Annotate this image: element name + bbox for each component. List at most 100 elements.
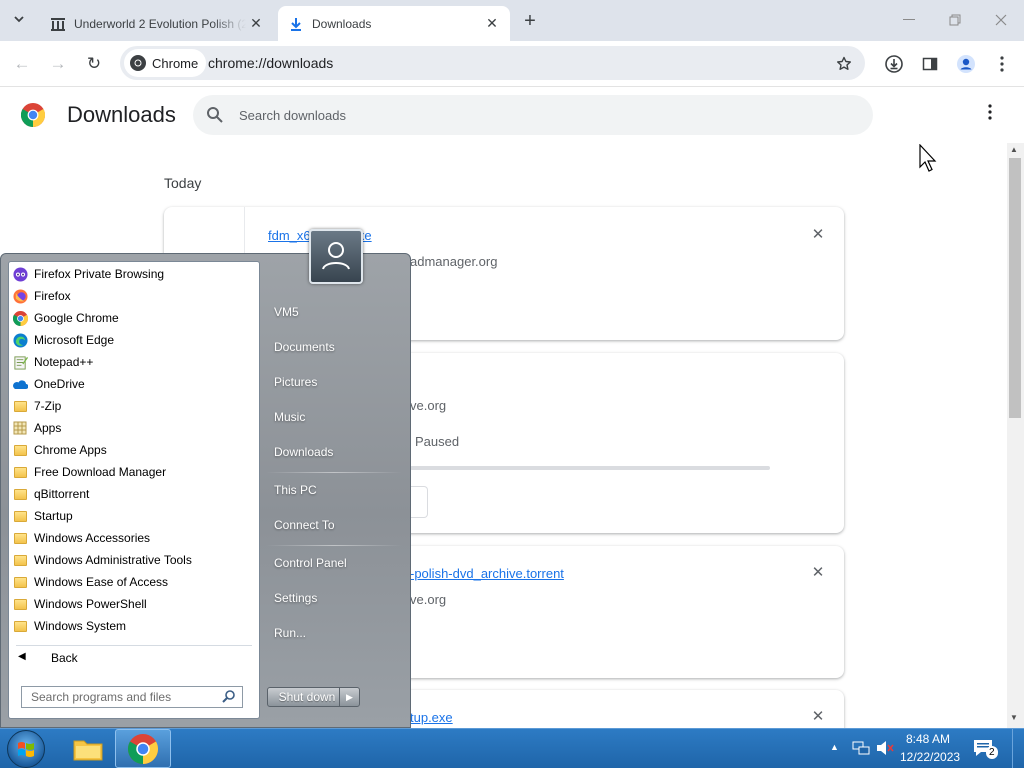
start-menu-program-item[interactable]: Chrome Apps: [10, 439, 258, 461]
program-label: qBittorrent: [34, 487, 90, 501]
start-menu-program-item[interactable]: Windows Accessories: [10, 527, 258, 549]
page-title: Downloads: [67, 102, 176, 127]
start-menu-program-item[interactable]: Windows System: [10, 615, 258, 637]
start-link-music[interactable]: Music: [274, 410, 305, 424]
start-button[interactable]: [7, 730, 45, 768]
downloads-toolbar-button[interactable]: [880, 50, 908, 78]
start-menu-program-item[interactable]: Free Download Manager: [10, 461, 258, 483]
start-menu-program-item[interactable]: Windows Administrative Tools: [10, 549, 258, 571]
download-source[interactable]: ve.org: [410, 398, 446, 413]
program-label: Windows Administrative Tools: [34, 553, 192, 567]
chrome-icon: [12, 310, 28, 326]
start-link-documents[interactable]: Documents: [274, 340, 335, 354]
close-tab-icon[interactable]: ✕: [482, 14, 502, 34]
start-menu-program-item[interactable]: Firefox: [10, 285, 258, 307]
tab-title: Downloads: [312, 16, 372, 31]
download-status: Paused: [415, 434, 460, 449]
action-center-button[interactable]: 2: [972, 738, 998, 763]
volume-muted-icon[interactable]: [876, 740, 894, 756]
show-desktop-button[interactable]: [1012, 729, 1024, 768]
remove-download-button[interactable]: ✕: [808, 224, 828, 244]
download-source[interactable]: ve.org: [410, 592, 446, 607]
remove-download-button[interactable]: ✕: [808, 706, 828, 726]
start-link-control-panel[interactable]: Control Panel: [274, 556, 347, 570]
tab-title: Underworld 2 Evolution Polish (2006) : F…: [74, 16, 246, 31]
bookmark-star-button[interactable]: [830, 50, 858, 78]
search-icon[interactable]: [222, 689, 236, 703]
scroll-up-icon[interactable]: ▲: [1010, 145, 1018, 154]
divider: [266, 472, 402, 473]
minimize-button[interactable]: [896, 8, 922, 32]
start-menu-program-item[interactable]: Firefox Private Browsing: [10, 263, 258, 285]
start-menu-program-item[interactable]: 7-Zip: [10, 395, 258, 417]
folder-icon: [12, 464, 28, 480]
program-label: Apps: [34, 421, 62, 435]
start-menu-program-item[interactable]: Notepad++: [10, 351, 258, 373]
user-picture[interactable]: [309, 229, 363, 284]
new-tab-button[interactable]: +: [518, 9, 542, 33]
show-hidden-icons-button[interactable]: ▲: [830, 742, 839, 752]
close-icon: [995, 14, 1007, 26]
tab-search-button[interactable]: [8, 8, 30, 30]
apps-icon: [12, 420, 28, 436]
clock-date[interactable]: 12/22/2023: [900, 750, 960, 764]
taskbar-file-explorer[interactable]: [60, 729, 116, 768]
program-label: OneDrive: [34, 377, 85, 391]
tab-underworld[interactable]: Underworld 2 Evolution Polish (2006) : F…: [40, 6, 274, 41]
start-link-pictures[interactable]: Pictures: [274, 375, 317, 389]
folder-icon: [12, 552, 28, 568]
program-label: Free Download Manager: [34, 465, 167, 479]
scroll-down-icon[interactable]: ▼: [1010, 713, 1018, 722]
start-menu-program-item[interactable]: Microsoft Edge: [10, 329, 258, 351]
downloads-menu-button[interactable]: [980, 104, 1000, 128]
close-window-button[interactable]: [988, 8, 1014, 32]
folder-icon: [12, 398, 28, 414]
start-menu-program-item[interactable]: Startup: [10, 505, 258, 527]
chrome-icon: [128, 733, 158, 764]
download-file-name[interactable]: tup.exe: [410, 710, 453, 725]
url-text[interactable]: chrome://downloads: [208, 55, 333, 71]
site-info-chip[interactable]: Chrome: [124, 49, 207, 77]
close-tab-icon[interactable]: ✕: [246, 14, 266, 34]
clock-time[interactable]: 8:48 AM: [906, 732, 950, 746]
shutdown-button[interactable]: Shut down: [267, 687, 347, 707]
start-link-user[interactable]: VM5: [274, 305, 299, 319]
remove-download-button[interactable]: ✕: [808, 562, 828, 582]
reload-button[interactable]: ↻: [80, 50, 108, 78]
minimize-icon: [903, 19, 915, 20]
download-source[interactable]: admanager.org: [410, 254, 497, 269]
start-menu-program-item[interactable]: Google Chrome: [10, 307, 258, 329]
start-link-this-pc[interactable]: This PC: [274, 483, 317, 497]
user-icon: [322, 242, 350, 270]
start-menu-program-item[interactable]: qBittorrent: [10, 483, 258, 505]
tab-downloads[interactable]: Downloads ✕: [278, 6, 510, 41]
start-link-connect-to[interactable]: Connect To: [274, 518, 335, 532]
start-menu-program-item[interactable]: Apps: [10, 417, 258, 439]
back-arrow-icon[interactable]: ◀: [18, 651, 26, 662]
start-link-run[interactable]: Run...: [274, 626, 306, 640]
forward-button[interactable]: →: [44, 50, 72, 78]
folder-icon: [12, 530, 28, 546]
notepad-plus-plus-icon: [12, 354, 28, 370]
kebab-menu-icon: [1000, 56, 1004, 72]
profile-button[interactable]: [952, 50, 980, 78]
side-panel-button[interactable]: [916, 50, 944, 78]
side-panel-icon: [922, 57, 938, 71]
restore-button[interactable]: [942, 8, 968, 32]
scrollbar-thumb[interactable]: [1009, 158, 1021, 418]
start-menu-back-button[interactable]: Back: [51, 651, 78, 665]
start-menu-program-item[interactable]: Windows PowerShell: [10, 593, 258, 615]
start-link-downloads[interactable]: Downloads: [274, 445, 333, 459]
start-link-settings[interactable]: Settings: [274, 591, 317, 605]
arrow-right-icon: →: [49, 54, 67, 73]
network-icon[interactable]: [852, 740, 870, 756]
back-button[interactable]: ←: [8, 50, 36, 78]
resume-button[interactable]: [410, 486, 428, 518]
date-section-label: Today: [164, 175, 202, 191]
taskbar-google-chrome[interactable]: [115, 729, 171, 768]
start-menu-program-item[interactable]: Windows Ease of Access: [10, 571, 258, 593]
chrome-menu-button[interactable]: [988, 50, 1016, 78]
start-menu-program-item[interactable]: OneDrive: [10, 373, 258, 395]
shutdown-options-button[interactable]: ▶: [339, 687, 360, 707]
download-file-name[interactable]: -polish-dvd_archive.torrent: [410, 566, 564, 581]
